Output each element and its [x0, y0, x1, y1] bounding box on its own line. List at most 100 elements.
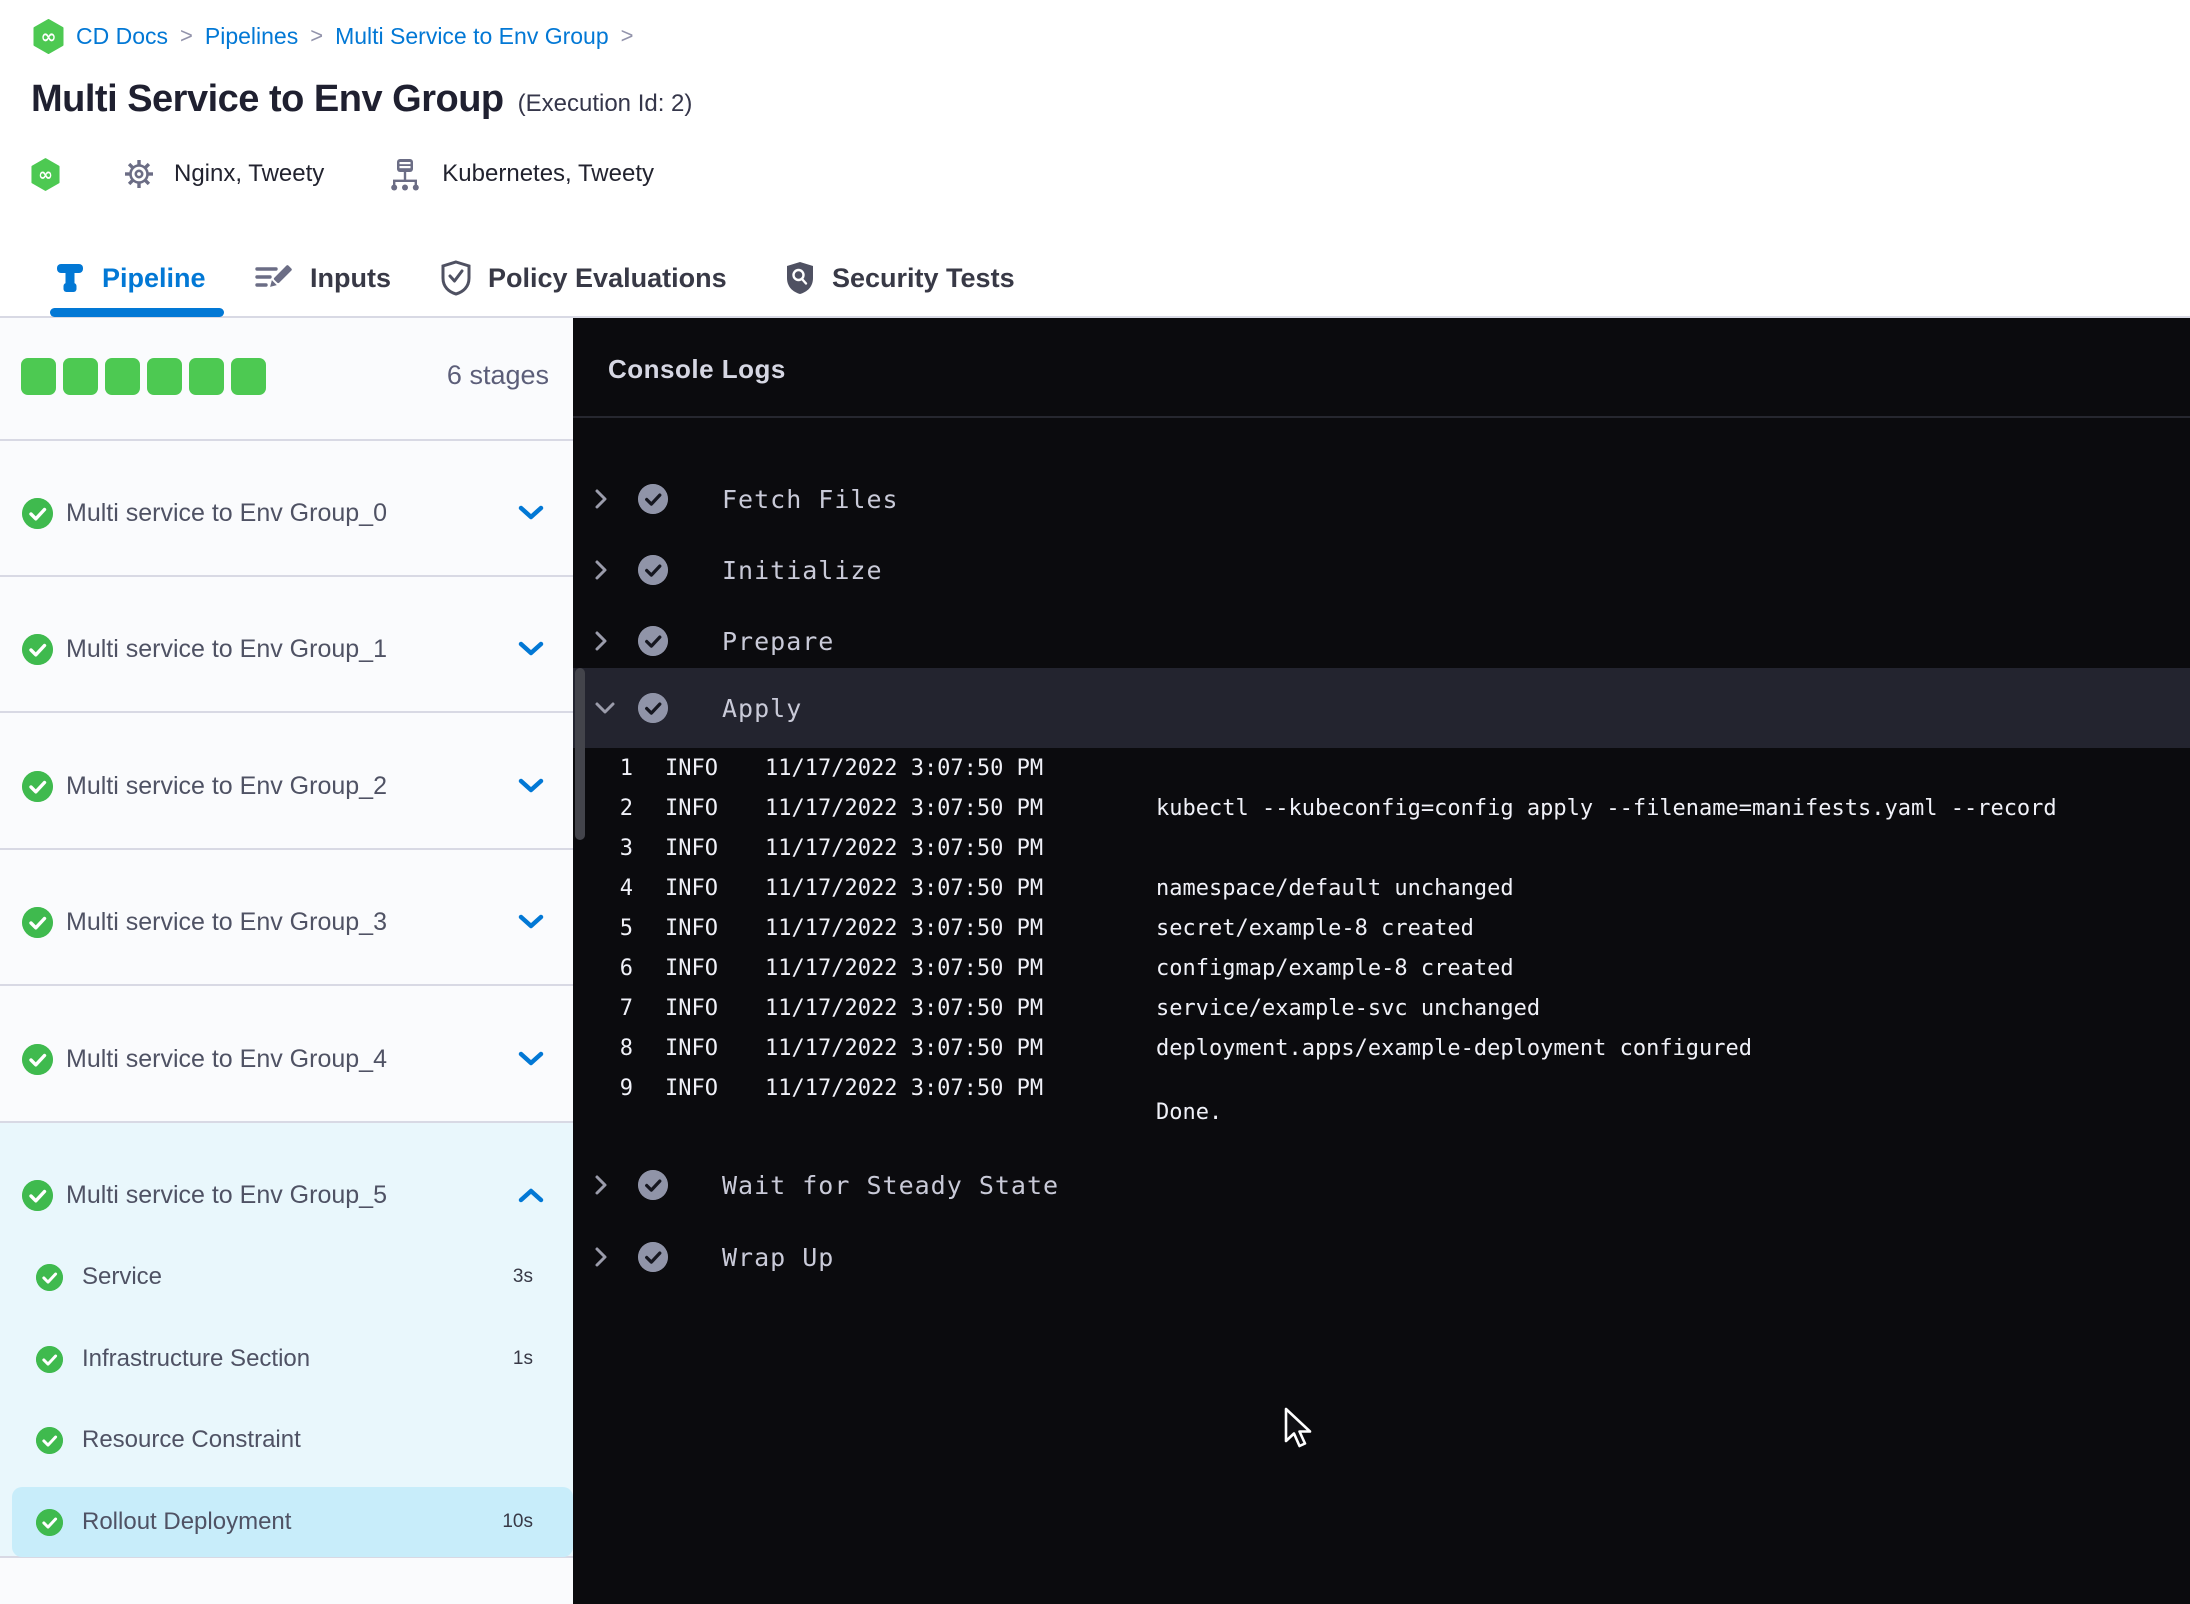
- step-success-icon: [638, 626, 668, 656]
- logstep-fetch-files[interactable]: Fetch Files: [573, 464, 2190, 534]
- breadcrumb-cd-docs[interactable]: CD Docs: [76, 23, 168, 50]
- security-shield-icon: [787, 262, 813, 294]
- services-label[interactable]: Nginx, Tweety: [174, 160, 324, 188]
- step-success-icon: [638, 555, 668, 585]
- stage-row-5-expanded: Multi service to Env Group_5 Service 3s …: [0, 1123, 573, 1558]
- log-line: 1 INFO 11/17/2022 3:07:50 PM: [573, 748, 2190, 788]
- sidebar-scrollbar[interactable]: [575, 668, 585, 840]
- substep-rollout-deployment[interactable]: Rollout Deployment 10s: [12, 1487, 573, 1557]
- logstep-wrap-up[interactable]: Wrap Up: [573, 1222, 2190, 1292]
- log-message: configmap/example-8 created: [1156, 955, 1514, 981]
- success-check-icon: [36, 1345, 63, 1373]
- stage-label: Multi service to Env Group_2: [66, 771, 387, 800]
- chevron-right-icon[interactable]: [593, 629, 609, 653]
- chevron-down-icon[interactable]: [517, 913, 545, 931]
- tab-pipeline-label: Pipeline: [102, 262, 206, 293]
- environments-icon: [391, 159, 420, 191]
- breadcrumb-separator: >: [180, 23, 193, 48]
- log-line-number: 6: [619, 955, 633, 981]
- policy-shield-icon: [441, 260, 471, 296]
- substep-label: Rollout Deployment: [82, 1508, 292, 1535]
- chevron-down-icon[interactable]: [517, 777, 545, 795]
- stage-row-2[interactable]: Multi service to Env Group_2: [0, 714, 573, 850]
- log-level: INFO: [665, 1075, 718, 1101]
- console-logs-panel: Console Logs Fetch Files Initialize Prep…: [573, 318, 2190, 1604]
- tab-policy-evaluations[interactable]: Policy Evaluations: [440, 240, 727, 316]
- chevron-right-icon[interactable]: [593, 1245, 609, 1269]
- chevron-down-icon[interactable]: [517, 504, 545, 522]
- log-line-number: 2: [619, 795, 633, 821]
- stage-row-4[interactable]: Multi service to Env Group_4: [0, 987, 573, 1123]
- substep-service[interactable]: Service 3s: [0, 1249, 573, 1305]
- stage-progress-squares: [21, 358, 266, 395]
- stage-label: Multi service to Env Group_0: [66, 498, 387, 527]
- logstep-prepare[interactable]: Prepare: [573, 606, 2190, 676]
- log-line-number: 5: [619, 915, 633, 941]
- active-tab-indicator: [50, 308, 224, 317]
- stage-row-1[interactable]: Multi service to Env Group_1: [0, 577, 573, 713]
- apply-log-output: 1 INFO 11/17/2022 3:07:50 PM 2 INFO 11/1…: [573, 748, 2190, 1108]
- logstep-label: Wrap Up: [722, 1242, 835, 1272]
- log-message: namespace/default unchanged: [1156, 875, 1514, 901]
- success-check-icon: [36, 1426, 63, 1454]
- chevron-up-icon[interactable]: [517, 1186, 545, 1204]
- execution-meta-row: ∞ Nginx, Tweety Kubernetes, Tweety: [31, 152, 654, 196]
- tab-pipeline[interactable]: Pipeline: [54, 240, 206, 316]
- stage-label: Multi service to Env Group_5: [66, 1180, 387, 1209]
- stage-row-0[interactable]: Multi service to Env Group_0: [0, 441, 573, 577]
- log-timestamp: 11/17/2022 3:07:50 PM: [765, 1035, 1044, 1061]
- log-line: 8 INFO 11/17/2022 3:07:50 PM deployment.…: [573, 1028, 2190, 1068]
- mouse-cursor: [1284, 1407, 1312, 1448]
- log-timestamp: 11/17/2022 3:07:50 PM: [765, 875, 1044, 901]
- success-check-icon: [22, 1179, 53, 1211]
- substep-label: Infrastructure Section: [82, 1345, 311, 1372]
- log-message: secret/example-8 created: [1156, 915, 1474, 941]
- stage-square: [63, 358, 98, 395]
- chevron-right-icon[interactable]: [593, 558, 609, 582]
- tab-inputs[interactable]: Inputs: [254, 240, 391, 316]
- logstep-initialize[interactable]: Initialize: [573, 535, 2190, 605]
- step-success-icon: [638, 484, 668, 514]
- breadcrumb-separator: >: [620, 23, 634, 48]
- stage-row-5-header[interactable]: Multi service to Env Group_5: [0, 1169, 573, 1221]
- logstep-label: Prepare: [722, 626, 835, 656]
- log-timestamp: 11/17/2022 3:07:50 PM: [765, 955, 1044, 981]
- log-line: 7 INFO 11/17/2022 3:07:50 PM service/exa…: [573, 988, 2190, 1028]
- log-timestamp: 11/17/2022 3:07:50 PM: [765, 915, 1044, 941]
- environments-label[interactable]: Kubernetes, Tweety: [442, 160, 654, 188]
- chevron-right-icon[interactable]: [593, 487, 609, 511]
- log-message: deployment.apps/example-deployment confi…: [1156, 1035, 1753, 1061]
- chevron-down-icon[interactable]: [593, 700, 617, 716]
- console-header: Console Logs: [573, 318, 2190, 418]
- breadcrumb-pipelines[interactable]: Pipelines: [205, 23, 298, 50]
- substep-resource-constraint[interactable]: Resource Constraint: [0, 1412, 573, 1468]
- success-check-icon: [36, 1508, 63, 1536]
- svg-text:∞: ∞: [41, 26, 57, 48]
- chevron-down-icon[interactable]: [517, 640, 545, 658]
- chevron-down-icon[interactable]: [517, 1050, 545, 1068]
- step-success-icon: [638, 693, 668, 723]
- log-line-number: 9: [619, 1075, 633, 1101]
- page-title: Multi Service to Env Group: [31, 78, 504, 120]
- breadcrumb-pipeline-name[interactable]: Multi Service to Env Group: [335, 23, 609, 50]
- log-level: INFO: [665, 835, 718, 861]
- console-title: Console Logs: [608, 354, 786, 384]
- svg-text:∞: ∞: [38, 165, 53, 185]
- logstep-apply[interactable]: Apply: [573, 668, 2190, 748]
- chevron-right-icon[interactable]: [593, 1173, 609, 1197]
- stages-summary-header: 6 stages: [0, 318, 573, 441]
- log-line: 9 INFO 11/17/2022 3:07:50 PM: [573, 1068, 2190, 1108]
- log-timestamp: 11/17/2022 3:07:50 PM: [765, 795, 1044, 821]
- log-line-number: 3: [619, 835, 633, 861]
- log-level: INFO: [665, 1035, 718, 1061]
- log-line-number: 8: [619, 1035, 633, 1061]
- logstep-wait-steady-state[interactable]: Wait for Steady State: [573, 1150, 2190, 1220]
- execution-id: (Execution Id: 2): [517, 90, 693, 117]
- log-level: INFO: [665, 795, 718, 821]
- stage-square: [147, 358, 182, 395]
- stage-square: [231, 358, 266, 395]
- success-check-icon: [22, 1043, 53, 1075]
- tab-security-tests[interactable]: Security Tests: [784, 240, 1015, 316]
- substep-infrastructure[interactable]: Infrastructure Section 1s: [0, 1331, 573, 1387]
- stage-row-3[interactable]: Multi service to Env Group_3: [0, 850, 573, 986]
